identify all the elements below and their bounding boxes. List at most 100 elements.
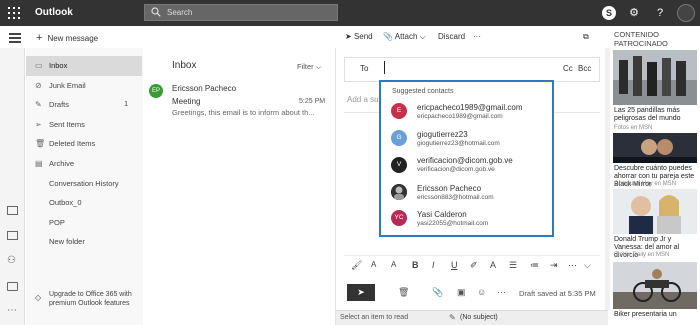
ad-image[interactable] bbox=[613, 262, 697, 309]
gear-icon[interactable]: ⚙ bbox=[627, 6, 641, 20]
sender-avatar: EP bbox=[149, 84, 163, 98]
people-icon[interactable]: ⚇ bbox=[7, 255, 16, 266]
top-bar bbox=[0, 0, 700, 26]
upgrade-link[interactable]: ◇ Upgrade to Office 365 with premium Outl… bbox=[26, 290, 142, 325]
draft-status: Draft saved at 5:35 PM bbox=[519, 289, 596, 298]
folder-inbox[interactable]: ▭ Inbox bbox=[26, 56, 142, 76]
font-color-icon[interactable]: A bbox=[490, 260, 496, 270]
folder-archive[interactable]: ▤ Archive bbox=[26, 154, 142, 174]
contact-name[interactable]: Ericsson Pacheco bbox=[417, 184, 481, 193]
folder-pop[interactable]: POP bbox=[26, 213, 142, 233]
ad-image[interactable] bbox=[613, 50, 697, 105]
folder-drafts[interactable]: ✎ Drafts 1 bbox=[26, 95, 142, 115]
bullets-icon[interactable]: ☰ bbox=[509, 260, 517, 271]
folder-outbox[interactable]: Outbox_0 bbox=[26, 193, 142, 213]
ad-image[interactable] bbox=[613, 189, 697, 234]
tasks-icon[interactable] bbox=[7, 282, 18, 291]
inbox-icon: ▭ bbox=[35, 61, 43, 70]
discard-label: Discard bbox=[438, 32, 466, 41]
highlight-icon[interactable]: ✐ bbox=[470, 260, 478, 271]
folder-label: Outbox_0 bbox=[49, 198, 82, 207]
underline-icon[interactable]: U bbox=[451, 260, 458, 270]
hamburger-menu-icon[interactable] bbox=[9, 33, 21, 43]
image-icon[interactable]: ▣ bbox=[457, 287, 466, 298]
help-icon[interactable]: ? bbox=[653, 6, 667, 20]
contact-email[interactable]: yasi22055@hotmail.com bbox=[417, 220, 488, 227]
emoji-icon[interactable]: ☺ bbox=[477, 287, 486, 297]
message-sender[interactable]: Ericsson Pacheco bbox=[172, 84, 236, 93]
font-size-icon[interactable]: A bbox=[371, 260, 376, 269]
bcc-button[interactable]: Bcc bbox=[578, 64, 591, 73]
avatar[interactable] bbox=[677, 4, 695, 22]
contact-name[interactable]: ericpacheco1989@gmail.com bbox=[417, 103, 523, 112]
message-subject[interactable]: Meeting bbox=[172, 97, 200, 106]
bold-icon[interactable]: B bbox=[412, 260, 419, 270]
app-launcher-icon[interactable] bbox=[8, 7, 20, 19]
brush-icon[interactable]: 🖌 bbox=[351, 260, 362, 271]
attach-label: Attach bbox=[394, 32, 418, 41]
paperclip-icon: 📎 bbox=[383, 32, 395, 41]
filter-button[interactable]: Filter ⌵ bbox=[297, 62, 321, 72]
contact-email[interactable]: giogutierrez23@hotmail.com bbox=[417, 140, 500, 147]
folder-conversation-history[interactable]: Conversation History bbox=[26, 174, 142, 194]
send-label: Send bbox=[353, 32, 373, 41]
to-field[interactable] bbox=[344, 57, 600, 82]
sponsored-title: CONTENIDO PATROCINADO bbox=[614, 30, 668, 48]
status-left: Select an item to read bbox=[340, 314, 409, 321]
send-button[interactable]: ➤ bbox=[347, 284, 375, 301]
search-input[interactable]: Search bbox=[167, 8, 192, 17]
folder-label: POP bbox=[49, 218, 65, 227]
contact-name[interactable]: Yasi Calderon bbox=[417, 210, 467, 219]
folder-sent-items[interactable]: ➢ Sent Items bbox=[26, 115, 142, 135]
suggestions-title: Suggested contacts bbox=[392, 88, 454, 95]
send-icon: ➢ bbox=[35, 120, 42, 129]
upgrade-label: Upgrade to Office 365 with premium Outlo… bbox=[49, 291, 132, 307]
font-icon[interactable]: A bbox=[391, 260, 396, 269]
contact-photo bbox=[391, 184, 407, 200]
popout-icon[interactable]: ⧉ bbox=[583, 32, 589, 42]
trash-icon: 🗑 bbox=[35, 139, 46, 148]
folder-new-folder[interactable]: New folder bbox=[26, 232, 142, 252]
more-options-icon[interactable]: ⋯ bbox=[497, 287, 506, 298]
contact-avatar: G bbox=[391, 130, 407, 146]
contact-name[interactable]: verificacion@dicom.gob.ve bbox=[417, 156, 513, 165]
contact-email[interactable]: ericsson883@hotmail.com bbox=[417, 194, 494, 201]
calendar-icon[interactable] bbox=[7, 231, 18, 240]
send-icon: ➤ bbox=[345, 32, 354, 41]
discard-icon[interactable]: 🗑 bbox=[398, 287, 409, 298]
chevron-down-icon[interactable]: ⌵ bbox=[584, 260, 591, 271]
ad-title[interactable]: Biker presentaria un bbox=[614, 311, 700, 319]
contact-name[interactable]: giogutierrez23 bbox=[417, 130, 468, 139]
folder-label: Junk Email bbox=[49, 81, 86, 90]
archive-icon: ▤ bbox=[35, 159, 43, 168]
discard-toolbar-button[interactable]: Discard bbox=[438, 32, 465, 41]
numbering-icon[interactable]: ≔ bbox=[530, 260, 539, 271]
new-message-label: New message bbox=[47, 34, 99, 43]
folder-deleted-items[interactable]: 🗑 Deleted Items bbox=[26, 134, 142, 154]
more-options-button[interactable]: ··· bbox=[473, 32, 481, 41]
contact-email[interactable]: ericpacheco1989@gmail.com bbox=[417, 113, 503, 120]
italic-icon[interactable]: I bbox=[432, 260, 435, 270]
ad-title[interactable]: Las 25 pandillas más peligrosas del mund… bbox=[614, 107, 700, 123]
folder-label: Archive bbox=[49, 159, 75, 168]
folder-junk-email[interactable]: ⊘ Junk Email bbox=[26, 76, 142, 96]
more-apps-icon[interactable]: ⋯ bbox=[7, 305, 17, 316]
folder-label: New folder bbox=[49, 237, 85, 246]
send-toolbar-button[interactable]: ➤ Send bbox=[345, 32, 373, 41]
indent-icon[interactable]: ⇥ bbox=[550, 260, 558, 271]
new-message-button[interactable]: + New message bbox=[36, 32, 98, 44]
folder-label: Sent Items bbox=[49, 120, 85, 129]
skype-icon[interactable]: S bbox=[602, 6, 616, 20]
more-format-icon[interactable]: ⋯ bbox=[568, 260, 577, 271]
attach-toolbar-button[interactable]: 📎 Attach ⌵ bbox=[383, 32, 426, 42]
attach-icon[interactable]: 📎 bbox=[432, 287, 443, 298]
draft-tab[interactable]: (No subject) bbox=[460, 314, 498, 321]
contact-email[interactable]: verificacion@dicom.gob.ve bbox=[417, 166, 495, 173]
message-preview[interactable]: Greetings, this email is to inform about… bbox=[172, 108, 334, 117]
cc-button[interactable]: Cc bbox=[563, 64, 573, 73]
ad-image[interactable] bbox=[613, 133, 697, 163]
to-label: To bbox=[360, 64, 369, 73]
mail-icon[interactable] bbox=[7, 206, 18, 215]
chevron-down-icon: ⌵ bbox=[419, 32, 426, 41]
app-brand[interactable]: Outlook bbox=[35, 7, 73, 18]
